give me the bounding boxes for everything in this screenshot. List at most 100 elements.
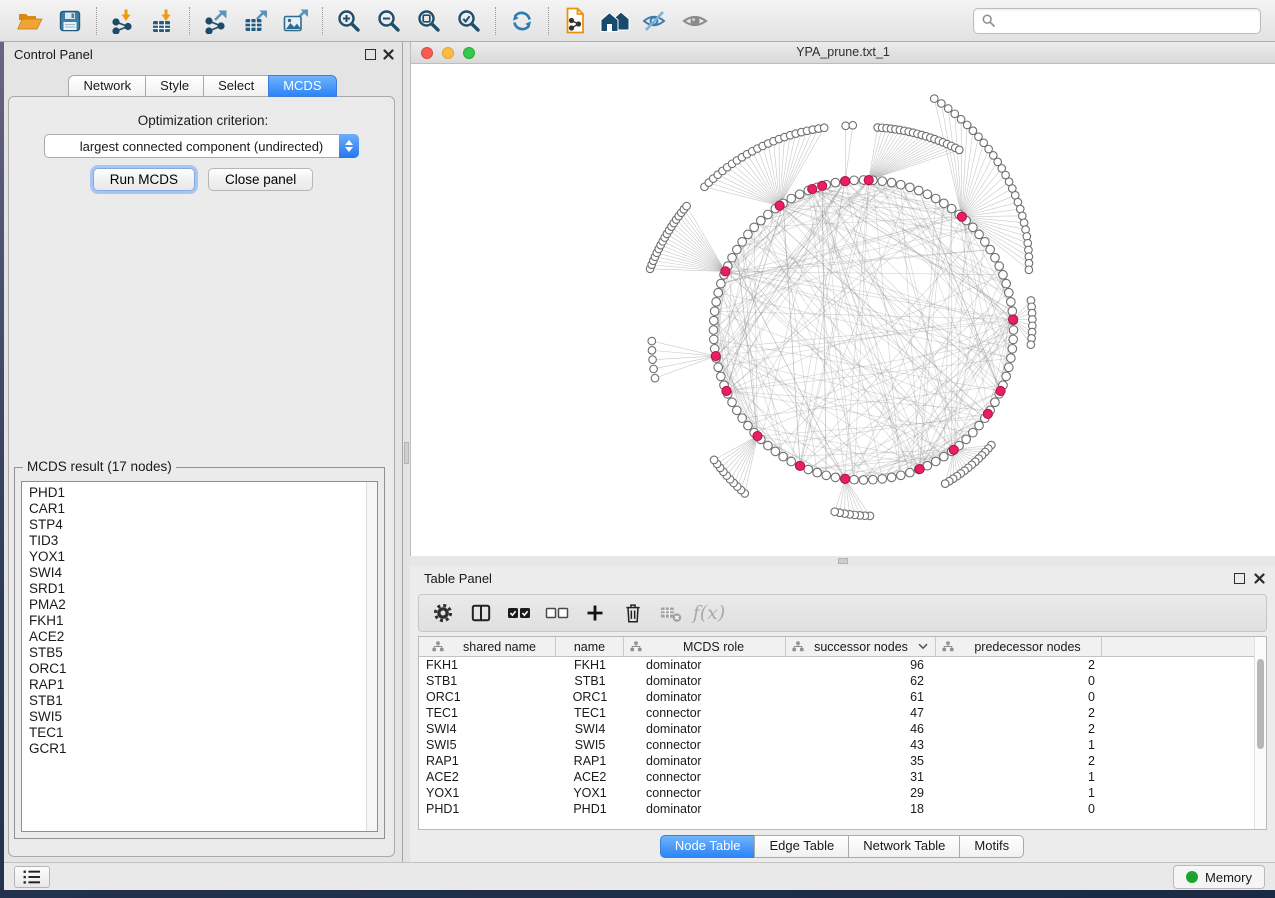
home-button[interactable] [595, 4, 635, 38]
mcds-result-item[interactable]: TEC1 [29, 725, 366, 741]
gear-icon [432, 602, 454, 624]
tab-motifs[interactable]: Motifs [959, 835, 1024, 858]
scrollbar-thumb[interactable] [1257, 659, 1264, 749]
table-row[interactable]: FKH1FKH1dominator962 [419, 657, 1254, 673]
refresh-layout-button[interactable] [502, 4, 542, 38]
split-view-button[interactable] [469, 601, 493, 625]
mcds-result-item[interactable]: STP4 [29, 517, 366, 533]
hide-style-button[interactable] [635, 4, 675, 38]
mcds-result-item[interactable]: SWI4 [29, 565, 366, 581]
mcds-result-item[interactable]: PMA2 [29, 597, 366, 613]
close-panel-button[interactable]: Close panel [208, 168, 313, 191]
table-cell: 1 [936, 770, 1102, 784]
task-history-button[interactable] [14, 866, 50, 888]
tab-mcds[interactable]: MCDS [268, 75, 336, 97]
mcds-result-item[interactable]: STB1 [29, 693, 366, 709]
float-window-icon[interactable] [1234, 573, 1245, 584]
float-window-icon[interactable] [365, 49, 376, 60]
search-input[interactable] [1001, 12, 1252, 29]
mcds-result-item[interactable]: YOX1 [29, 549, 366, 565]
table-cell: FKH1 [419, 658, 556, 672]
table-panel-title: Table Panel [424, 571, 492, 586]
tab-network[interactable]: Network [68, 75, 146, 97]
toolbar-separator [189, 7, 190, 35]
column-header-mcds-role[interactable]: MCDS role [624, 637, 786, 656]
table-row[interactable]: TEC1TEC1connector472 [419, 705, 1254, 721]
table-scrollbar[interactable] [1254, 637, 1266, 829]
sort-chevron-icon [918, 643, 928, 650]
zoom-fit-button[interactable] [409, 4, 449, 38]
mcds-result-item[interactable]: FKH1 [29, 613, 366, 629]
table-cell: dominator [624, 674, 786, 688]
export-table-button[interactable] [236, 4, 276, 38]
tab-style[interactable]: Style [145, 75, 204, 97]
open-file-button[interactable] [10, 4, 50, 38]
memory-button[interactable]: Memory [1173, 865, 1265, 889]
mcds-result-item[interactable]: ORC1 [29, 661, 366, 677]
deselect-all-button[interactable] [545, 601, 569, 625]
main-toolbar [0, 0, 1275, 42]
mcds-result-item[interactable]: PHD1 [29, 485, 366, 501]
tab-node-table[interactable]: Node Table [660, 835, 756, 858]
mcds-result-item[interactable]: SRD1 [29, 581, 366, 597]
mcds-result-item[interactable]: ACE2 [29, 629, 366, 645]
table-row[interactable]: RAP1RAP1dominator352 [419, 753, 1254, 769]
network-svg [411, 64, 1275, 556]
network-canvas[interactable] [411, 64, 1275, 556]
splitter-handle[interactable] [404, 442, 409, 464]
tab-select[interactable]: Select [203, 75, 269, 97]
mcds-result-item[interactable]: SWI5 [29, 709, 366, 725]
function-builder-button[interactable]: f(x) [697, 601, 721, 625]
column-header-successor-nodes[interactable]: successor nodes [786, 637, 936, 656]
vertical-splitter[interactable] [402, 42, 410, 862]
column-header-predecessor-nodes[interactable]: predecessor nodes [936, 637, 1102, 656]
table-row[interactable]: SWI4SWI4dominator462 [419, 721, 1254, 737]
column-header-name[interactable]: name [556, 637, 624, 656]
criterion-value: largest connected component (undirected) [80, 139, 324, 154]
export-table-icon [243, 8, 269, 34]
import-network-button[interactable] [103, 4, 143, 38]
table-cell: TEC1 [556, 706, 624, 720]
delete-column-button[interactable] [621, 601, 645, 625]
mcds-result-item[interactable]: GCR1 [29, 741, 366, 757]
criterion-dropdown[interactable]: largest connected component (undirected) [44, 134, 359, 158]
table-row[interactable]: ORC1ORC1dominator610 [419, 689, 1254, 705]
result-list-scrollbar[interactable] [366, 482, 377, 831]
horizontal-splitter[interactable] [410, 556, 1275, 566]
mcds-result-item[interactable]: RAP1 [29, 677, 366, 693]
table-settings-button[interactable] [431, 601, 455, 625]
mcds-result-item[interactable]: TID3 [29, 533, 366, 549]
search-box[interactable] [973, 8, 1261, 34]
run-mcds-button[interactable]: Run MCDS [93, 168, 195, 191]
mcds-result-item[interactable]: CAR1 [29, 501, 366, 517]
export-network-button[interactable] [196, 4, 236, 38]
close-icon[interactable] [1254, 573, 1265, 584]
splitter-handle[interactable] [838, 558, 848, 564]
table-row[interactable]: ACE2ACE2connector311 [419, 769, 1254, 785]
table-row[interactable]: PHD1PHD1dominator180 [419, 801, 1254, 817]
network-window-titlebar[interactable]: YPA_prune.txt_1 [411, 42, 1275, 64]
close-icon[interactable] [383, 49, 394, 60]
zoom-fit-icon [416, 8, 442, 34]
mcds-result-listbox[interactable]: PHD1CAR1STP4TID3YOX1SWI4SRD1PMA2FKH1ACE2… [21, 481, 378, 832]
table-row[interactable]: YOX1YOX1connector291 [419, 785, 1254, 801]
add-column-button[interactable] [583, 601, 607, 625]
mcds-result-item[interactable]: STB5 [29, 645, 366, 661]
network-file-button[interactable] [555, 4, 595, 38]
save-session-button[interactable] [50, 4, 90, 38]
tab-network-table[interactable]: Network Table [848, 835, 960, 858]
table-row[interactable]: STB1STB1dominator620 [419, 673, 1254, 689]
zoom-in-button[interactable] [329, 4, 369, 38]
export-image-button[interactable] [276, 4, 316, 38]
fx-icon: f(x) [693, 602, 726, 624]
table-row[interactable]: SWI5SWI5connector431 [419, 737, 1254, 753]
import-table-button[interactable] [143, 4, 183, 38]
preview-button[interactable] [675, 4, 715, 38]
zoom-selected-button[interactable] [449, 4, 489, 38]
table-cell: dominator [624, 690, 786, 704]
select-all-button[interactable] [507, 601, 531, 625]
column-header-shared-name[interactable]: shared name [419, 637, 556, 656]
tab-edge-table[interactable]: Edge Table [754, 835, 849, 858]
delete-table-button[interactable] [659, 601, 683, 625]
zoom-out-button[interactable] [369, 4, 409, 38]
